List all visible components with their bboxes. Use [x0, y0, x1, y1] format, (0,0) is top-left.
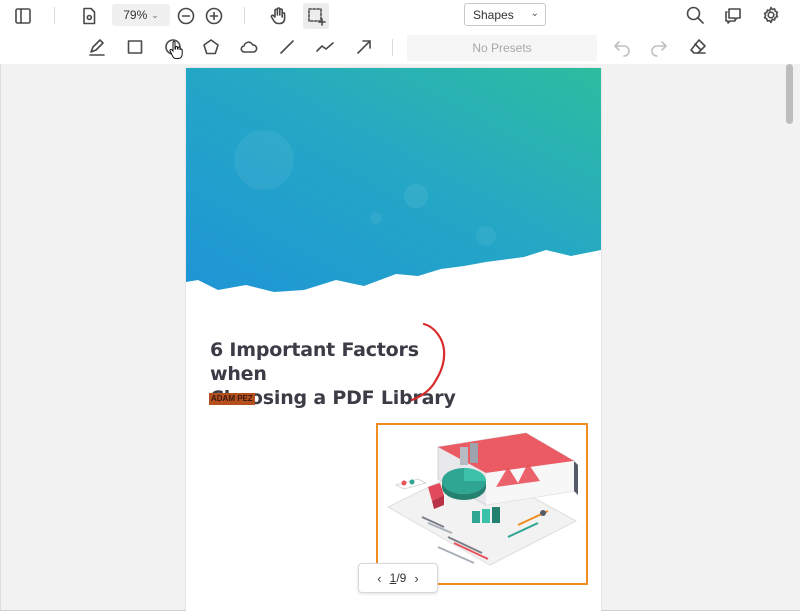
- page-indicator[interactable]: 1/9: [390, 571, 407, 585]
- zoom-value: 79%: [123, 8, 148, 22]
- sidebar-toggle-icon[interactable]: [10, 3, 36, 29]
- freehand-pen-icon[interactable]: [84, 34, 110, 60]
- pointer-cursor-icon: [169, 41, 183, 59]
- rectangle-annotation[interactable]: [376, 423, 588, 585]
- annotation-toolbar: [0, 31, 800, 65]
- dashboard-illustration-image: [386, 432, 578, 566]
- freehand-ink-annotation[interactable]: [410, 320, 460, 410]
- tool-mode-select[interactable]: Shapes ⌄: [464, 3, 546, 26]
- polygon-icon[interactable]: [198, 34, 224, 60]
- comments-icon[interactable]: [720, 2, 746, 28]
- previous-page-icon[interactable]: ‹: [377, 571, 381, 586]
- divider: [54, 7, 55, 24]
- search-icon[interactable]: [682, 2, 708, 28]
- page-settings-icon[interactable]: [76, 3, 102, 29]
- chevron-down-icon: ⌄: [151, 9, 159, 20]
- cover-banner-image: [186, 68, 601, 292]
- vertical-scrollbar-thumb[interactable]: [786, 64, 793, 124]
- line-icon[interactable]: [274, 34, 300, 60]
- style-presets[interactable]: No Presets: [407, 35, 597, 61]
- redo-icon[interactable]: [646, 34, 672, 60]
- author-highlight[interactable]: ADAM PEZ: [209, 393, 255, 405]
- settings-gear-icon[interactable]: [758, 2, 784, 28]
- eraser-icon[interactable]: [685, 34, 711, 60]
- total-pages: 9: [399, 571, 407, 585]
- marquee-select-icon[interactable]: [303, 3, 329, 29]
- rectangle-icon[interactable]: [122, 34, 148, 60]
- undo-icon[interactable]: [609, 34, 635, 60]
- pdf-page[interactable]: 6 Important Factors when Choosing a PDF …: [186, 68, 601, 611]
- arrow-icon[interactable]: [351, 34, 377, 60]
- zoom-select[interactable]: 79% ⌄: [112, 4, 170, 26]
- divider: [392, 39, 393, 56]
- zoom-in-icon[interactable]: [201, 3, 227, 29]
- zoom-out-icon[interactable]: [173, 3, 199, 29]
- pan-hand-icon[interactable]: [265, 3, 291, 29]
- chevron-down-icon: ⌄: [530, 8, 539, 19]
- divider: [244, 7, 245, 24]
- top-toolbar: 79% ⌄ Shapes ⌄: [0, 0, 800, 32]
- polyline-icon[interactable]: [312, 34, 338, 60]
- page-navigator: ‹ 1/9 ›: [358, 563, 438, 593]
- cloud-icon[interactable]: [236, 34, 262, 60]
- tool-mode-value: Shapes: [473, 7, 514, 22]
- next-page-icon[interactable]: ›: [414, 571, 418, 586]
